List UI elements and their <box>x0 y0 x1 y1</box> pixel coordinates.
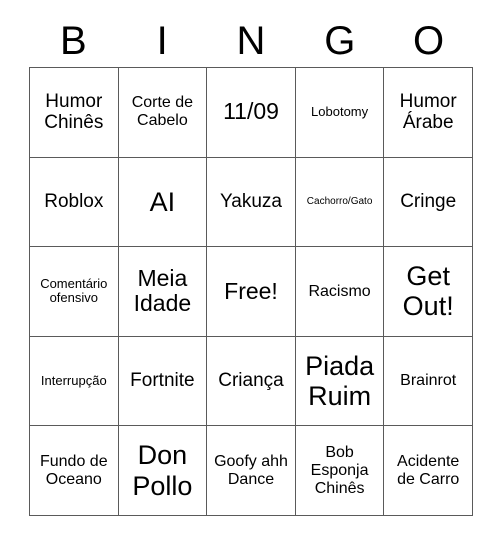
bingo-cell-label: Fortnite <box>130 370 195 392</box>
bingo-cell[interactable]: Racismo <box>295 247 385 337</box>
bingo-cell-label: Brainrot <box>400 372 457 390</box>
bingo-cell-label: AI <box>149 186 176 217</box>
bingo-cell-label: Cringe <box>400 191 457 213</box>
bingo-cell[interactable]: Fundo de Oceano <box>30 426 119 516</box>
bingo-cell-label: Fundo de Oceano <box>39 452 108 488</box>
bingo-cell[interactable]: Lobotomy <box>295 68 385 158</box>
bingo-cell[interactable]: Get Out! <box>384 247 473 337</box>
bingo-cell[interactable]: Goofy ahh Dance <box>207 426 296 516</box>
bingo-cell[interactable]: Acidente de Carro <box>384 426 473 516</box>
bingo-cell-label: Cachorro/Gato <box>306 196 373 208</box>
bingo-cell-label: Interrupção <box>40 372 107 388</box>
bingo-cell[interactable]: Yakuza <box>207 157 296 248</box>
bingo-cell-label: Humor Chinês <box>44 91 104 134</box>
bingo-cell[interactable]: Criança <box>207 336 296 427</box>
header-letter-i: I <box>156 18 168 63</box>
header-letter-b: B <box>60 18 87 63</box>
bingo-cell[interactable]: Roblox <box>30 157 119 248</box>
header-letter-n: N <box>236 18 266 63</box>
bingo-cell-label: Roblox <box>44 191 104 213</box>
bingo-cell-label: Don Pollo <box>132 440 193 501</box>
bingo-cell-label: Goofy ahh Dance <box>214 452 288 488</box>
bingo-cell-label: Free! <box>224 277 278 304</box>
bingo-card: B I N G O Humor Chinês Corte de Cabelo 1… <box>29 14 473 516</box>
header-letter-o: O <box>413 18 445 63</box>
bingo-cell[interactable]: Meia Idade <box>118 247 208 337</box>
bingo-cell-label: Piada Ruim <box>305 350 375 412</box>
bingo-cell-label: Yakuza <box>220 191 282 213</box>
bingo-cell-label: Get Out! <box>402 261 454 322</box>
bingo-cell[interactable]: 11/09 <box>207 68 296 158</box>
bingo-cell-label: Acidente de Carro <box>397 452 460 488</box>
bingo-cell[interactable]: Piada Ruim <box>295 336 385 427</box>
bingo-cell-label: Racismo <box>308 282 371 300</box>
bingo-cell[interactable]: Humor Chinês <box>30 68 119 158</box>
bingo-cell-label: Humor Árabe <box>399 91 457 134</box>
bingo-cell-label: Meia Idade <box>133 264 192 317</box>
bingo-grid: Humor Chinês Corte de Cabelo 11/09 Lobot… <box>29 67 473 516</box>
bingo-cell[interactable]: Cringe <box>384 157 473 248</box>
bingo-cell[interactable]: Corte de Cabelo <box>118 68 208 158</box>
bingo-cell-label: 11/09 <box>223 98 279 125</box>
bingo-cell[interactable]: Brainrot <box>384 336 473 427</box>
header-letter-g: G <box>324 18 356 63</box>
bingo-cell-label: Lobotomy <box>311 104 369 120</box>
bingo-cell[interactable]: Comentário ofensivo <box>30 247 119 337</box>
bingo-header: B I N G O <box>29 14 473 67</box>
bingo-cell-label: Bob Esponja Chinês <box>310 443 369 497</box>
bingo-cell[interactable]: Fortnite <box>118 336 208 427</box>
bingo-cell[interactable]: Bob Esponja Chinês <box>295 426 385 516</box>
bingo-cell[interactable]: Humor Árabe <box>384 68 473 158</box>
bingo-cell-label: Corte de Cabelo <box>131 94 194 130</box>
bingo-cell-free[interactable]: Free! <box>207 247 296 337</box>
bingo-cell[interactable]: Don Pollo <box>118 426 208 516</box>
bingo-cell[interactable]: Interrupção <box>30 336 119 427</box>
bingo-cell-label: Criança <box>218 370 284 392</box>
bingo-cell-label: Comentário ofensivo <box>40 275 108 306</box>
bingo-cell[interactable]: AI <box>118 157 208 248</box>
bingo-cell[interactable]: Cachorro/Gato <box>295 157 385 248</box>
